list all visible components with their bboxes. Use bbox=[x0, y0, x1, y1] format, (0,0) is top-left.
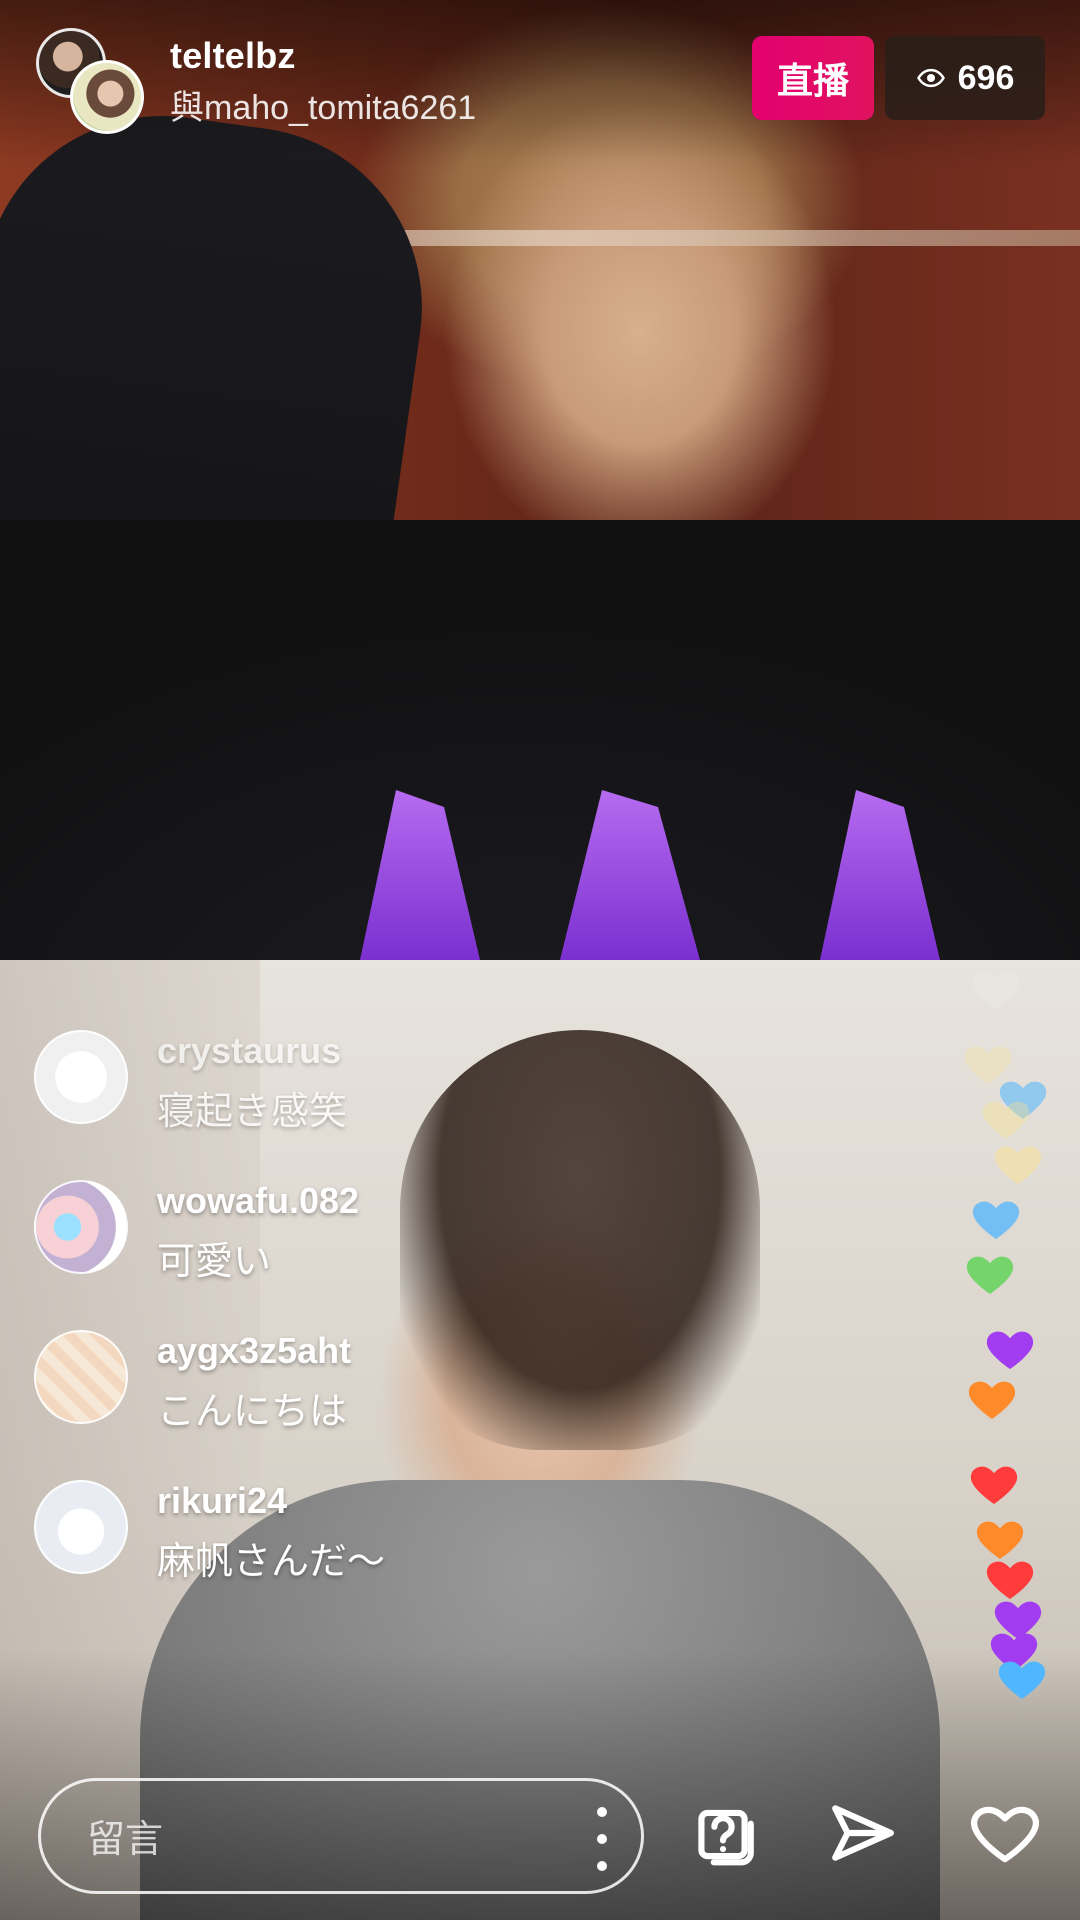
heart-icon bbox=[982, 1320, 1038, 1376]
question-button[interactable] bbox=[680, 1790, 766, 1876]
heart-icon bbox=[962, 1245, 1018, 1301]
heart-icon bbox=[968, 960, 1024, 1016]
comment-text: 可愛い bbox=[157, 1241, 272, 1283]
comment-avatar[interactable] bbox=[34, 1330, 128, 1424]
heart-icon bbox=[990, 1135, 1046, 1191]
share-button[interactable] bbox=[820, 1790, 906, 1876]
comment-username[interactable]: wowafu.082 bbox=[157, 1180, 359, 1222]
comment-input[interactable] bbox=[85, 1805, 509, 1875]
heart-icon bbox=[964, 1370, 1020, 1426]
comment-username[interactable]: rikuri24 bbox=[157, 1480, 287, 1522]
heart-icon bbox=[994, 1650, 1050, 1706]
guest-avatar[interactable] bbox=[70, 60, 144, 134]
like-button[interactable] bbox=[962, 1790, 1048, 1876]
live-badge: 直播 bbox=[752, 36, 874, 120]
live-participants-avatars[interactable] bbox=[36, 28, 144, 134]
comment-username[interactable]: crystaurus bbox=[157, 1030, 341, 1072]
comment-list: crystaurus 寝起き感笑 wowafu.082 可愛い aygx3z5a… bbox=[34, 1030, 754, 1630]
question-stack-icon bbox=[698, 1809, 754, 1866]
comment-item: crystaurus 寝起き感笑 bbox=[34, 1030, 754, 1180]
viewer-count: 696 bbox=[957, 58, 1015, 97]
heart-icon bbox=[966, 1455, 1022, 1511]
floating-hearts bbox=[950, 950, 1070, 1710]
comment-text: 寝起き感笑 bbox=[157, 1091, 348, 1133]
comment-avatar[interactable] bbox=[34, 1480, 128, 1574]
comment-text: 麻帆さんだ〜 bbox=[157, 1541, 386, 1583]
comment-avatar[interactable] bbox=[34, 1030, 128, 1124]
comment-username[interactable]: aygx3z5aht bbox=[157, 1330, 351, 1372]
comment-item: aygx3z5aht こんにちは bbox=[34, 1330, 754, 1480]
comment-input-box[interactable] bbox=[38, 1778, 644, 1894]
comment-item: wowafu.082 可愛い bbox=[34, 1180, 754, 1330]
host-username[interactable]: teltelbz bbox=[170, 35, 296, 77]
comment-text: こんにちは bbox=[157, 1391, 348, 1433]
heart-icon bbox=[968, 1190, 1024, 1246]
viewer-count-badge[interactable]: 696 bbox=[885, 36, 1045, 120]
more-vertical-icon[interactable] bbox=[589, 1807, 615, 1871]
comment-item: rikuri24 麻帆さんだ〜 bbox=[34, 1480, 754, 1630]
send-icon bbox=[832, 1805, 894, 1861]
guest-username-line[interactable]: 與maho_tomita6261 bbox=[170, 80, 476, 129]
eye-icon bbox=[916, 63, 946, 93]
comment-avatar[interactable] bbox=[34, 1180, 128, 1274]
heart-outline-icon bbox=[971, 1806, 1039, 1863]
